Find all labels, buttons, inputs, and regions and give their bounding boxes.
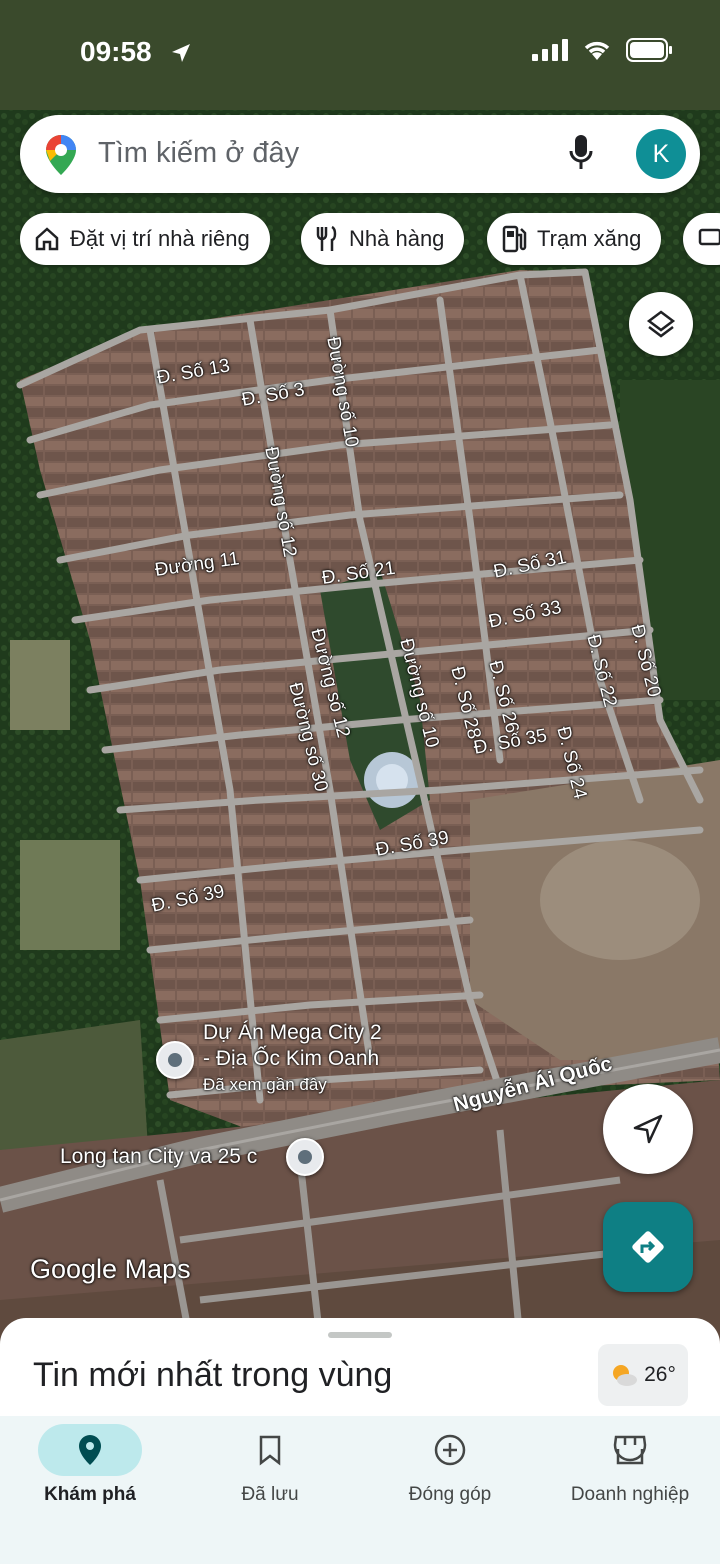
nav-explore[interactable]: Khám phá xyxy=(0,1416,180,1564)
nav-contribute[interactable]: Đóng góp xyxy=(360,1416,540,1564)
chip-set-home[interactable]: Đặt vị trí nhà riêng xyxy=(20,213,270,265)
explore-pin-icon xyxy=(79,1435,101,1465)
search-input[interactable]: Tìm kiếm ở đây xyxy=(98,137,299,170)
place-label-mega-city[interactable]: Dự Án Mega City 2 - Địa Ốc Kim Oanh Đã x… xyxy=(203,1020,382,1098)
place-name-line2: - Địa Ốc Kim Oanh xyxy=(203,1047,380,1070)
directions-button[interactable] xyxy=(603,1202,693,1292)
status-time: 09:58 xyxy=(80,36,152,67)
search-bar[interactable]: Tìm kiếm ở đây K xyxy=(20,115,700,193)
wifi-icon xyxy=(584,41,610,60)
place-note: Đã xem gần đây xyxy=(203,1075,327,1094)
place-name-line1: Dự Án Mega City 2 xyxy=(203,1021,382,1044)
battery-icon xyxy=(626,38,672,62)
nav-label: Doanh nghiệp xyxy=(570,1484,690,1505)
bookmark-icon xyxy=(259,1435,281,1466)
storefront-icon xyxy=(613,1435,647,1465)
navigation-arrow-icon xyxy=(633,1114,663,1144)
temperature: 26° xyxy=(644,1363,676,1386)
layers-button[interactable] xyxy=(629,292,693,356)
chip-label: Nhà hàng xyxy=(349,226,445,251)
chip-restaurants[interactable]: Nhà hàng xyxy=(301,213,465,265)
account-avatar[interactable]: K xyxy=(636,129,686,179)
place-label-long-tan[interactable]: Long tan City va 25 c xyxy=(60,1144,257,1170)
google-maps-logo: Google Maps xyxy=(30,1254,191,1284)
more-chip-icon xyxy=(698,228,720,246)
microphone-icon[interactable] xyxy=(568,133,594,173)
nav-label: Đóng góp xyxy=(408,1484,492,1505)
place-pin[interactable] xyxy=(286,1138,324,1176)
google-maps-pin-icon xyxy=(46,135,76,175)
place-pin[interactable] xyxy=(156,1041,194,1079)
gas-station-icon xyxy=(502,225,527,253)
nav-business[interactable]: Doanh nghiệp xyxy=(540,1416,720,1564)
chip-label: Đặt vị trí nhà riêng xyxy=(70,226,250,251)
home-icon xyxy=(35,227,59,251)
weather-badge[interactable]: 26° xyxy=(598,1344,688,1406)
location-arrow-icon xyxy=(172,44,190,62)
nav-label: Khám phá xyxy=(44,1484,136,1505)
bottom-navigation: Khám phá Đã lưu Đóng góp Doanh nghiệp xyxy=(0,1416,720,1564)
chip-label: Trạm xăng xyxy=(537,226,642,251)
partly-cloudy-icon xyxy=(613,1365,638,1386)
chip-gas-stations[interactable]: Trạm xăng xyxy=(487,213,662,265)
add-circle-icon xyxy=(434,1434,466,1466)
restaurant-icon xyxy=(316,225,337,251)
nav-label: Đã lưu xyxy=(241,1484,299,1505)
sheet-title: Tin mới nhất trong vùng xyxy=(33,1356,393,1394)
my-location-button[interactable] xyxy=(603,1084,693,1174)
layers-icon xyxy=(646,310,676,338)
cellular-signal-icon xyxy=(532,39,568,61)
nav-saved[interactable]: Đã lưu xyxy=(180,1416,360,1564)
directions-icon xyxy=(632,1231,664,1263)
sheet-grabber[interactable] xyxy=(328,1332,392,1338)
